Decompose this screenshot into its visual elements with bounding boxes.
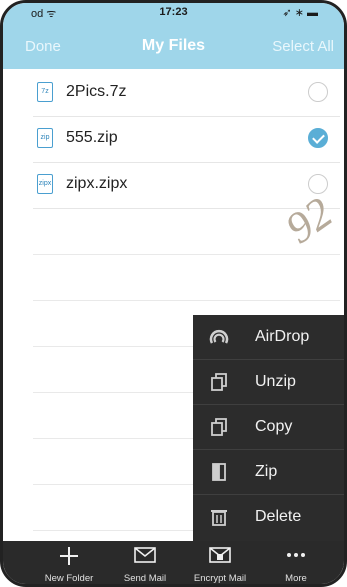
mail-icon [110, 545, 180, 571]
toolbar-label: New Folder [44, 573, 94, 584]
phone-frame: od ᯤ 17:23 ➶ ∗ ▬ Done My Files Select Al… [0, 0, 347, 587]
toolbar-label: Encrypt Mail [193, 573, 247, 584]
menu-item-zip[interactable]: Zip [193, 450, 344, 495]
file-icon: zipx [37, 174, 53, 194]
more-icon [261, 545, 331, 571]
file-row[interactable]: zip 555.zip [33, 117, 340, 163]
select-circle[interactable] [308, 82, 328, 102]
bottom-toolbar: New Folder Send Mail Encrypt Mail More [3, 541, 344, 584]
menu-item-label: Unzip [255, 373, 296, 390]
toolbar-label: Send Mail [123, 573, 167, 584]
send-mail-button[interactable]: Send Mail [110, 541, 180, 584]
airdrop-icon [209, 327, 229, 347]
new-folder-button[interactable]: New Folder [34, 541, 104, 584]
unzip-icon [209, 372, 229, 392]
file-icon: 7z [37, 82, 53, 102]
select-all-button[interactable]: Select All [272, 38, 334, 55]
trash-icon [209, 507, 229, 527]
plus-icon [34, 545, 104, 573]
status-bar: od ᯤ 17:23 ➶ ∗ ▬ [3, 3, 344, 23]
menu-item-label: Copy [255, 418, 293, 435]
menu-item-copy[interactable]: Copy [193, 405, 344, 450]
toolbar-label: More [285, 573, 307, 584]
copy-icon [209, 417, 229, 437]
nav-bar: Done My Files Select All [3, 23, 344, 69]
menu-item-delete[interactable]: Delete [193, 495, 344, 540]
encrypt-mail-button[interactable]: Encrypt Mail [185, 541, 255, 584]
menu-item-label: AirDrop [255, 328, 310, 345]
select-checkmark-icon[interactable] [308, 128, 328, 148]
menu-item-label: Zip [255, 463, 278, 480]
more-button[interactable]: More [261, 541, 331, 584]
file-name: 555.zip [66, 129, 118, 146]
status-indicators: ➶ ∗ ▬ [282, 7, 318, 19]
menu-item-airdrop[interactable]: AirDrop [193, 315, 344, 360]
zip-icon [209, 462, 229, 482]
file-name: 2Pics.7z [66, 83, 127, 100]
file-name: zipx.zipx [66, 175, 128, 192]
menu-item-unzip[interactable]: Unzip [193, 360, 344, 405]
file-icon: zip [37, 128, 53, 148]
encrypt-mail-icon [185, 545, 255, 571]
menu-item-label: Delete [255, 508, 302, 525]
file-row[interactable]: 7z 2Pics.7z [33, 71, 340, 117]
more-menu: AirDrop Unzip Copy Zip Delete [193, 315, 344, 541]
